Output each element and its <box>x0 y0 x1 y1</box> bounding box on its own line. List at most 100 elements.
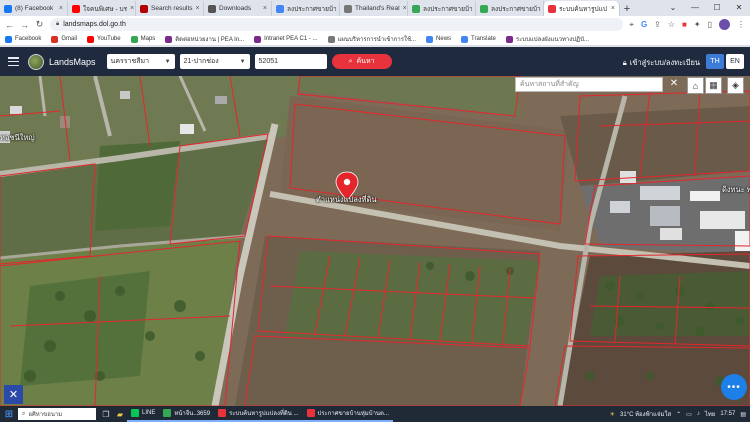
bookmark-item[interactable]: Intranet PEA C1 - ... <box>254 35 318 43</box>
extension-icon[interactable]: ■ <box>682 20 687 29</box>
chrome-icon <box>218 409 227 417</box>
hamburger-menu-icon[interactable] <box>8 57 19 66</box>
landsmaps-logo <box>28 53 44 70</box>
chevron-down-icon[interactable]: ⌄ <box>662 0 684 16</box>
layers-icon: ◈ <box>732 80 739 90</box>
input-language[interactable]: ไทย <box>705 409 716 419</box>
satellite-map[interactable]: ตำแหน่งแปลงที่ดิน หอชนีใหญ่ ดิงทนะ พ ค้น… <box>0 76 750 406</box>
browser-tab[interactable]: ลงประกาศขายบ้า× <box>408 1 476 16</box>
file-explorer-icon[interactable]: ▰ <box>113 407 127 421</box>
tab-favicon <box>276 4 284 13</box>
close-icon[interactable]: × <box>611 5 615 12</box>
close-icon[interactable]: × <box>59 5 63 12</box>
maps-icon <box>130 35 138 43</box>
close-icon[interactable]: × <box>196 5 200 12</box>
bookmark-item[interactable]: Maps <box>130 35 155 43</box>
browser-tab[interactable]: ลงประกาศขายบ้า× <box>476 1 544 16</box>
taskbar-app[interactable]: หน้าจีน..3659 <box>159 406 215 422</box>
browser-tab[interactable]: Thailand's Real × <box>340 1 408 16</box>
tab-favicon <box>72 4 80 13</box>
parcel-number-input[interactable]: 52051 <box>254 54 327 69</box>
sidepanel-icon[interactable]: ▯ <box>708 20 712 29</box>
puzzle-icon[interactable]: ✦ <box>694 20 701 29</box>
share-icon[interactable]: ⇪ <box>654 20 661 29</box>
login-link[interactable]: 🔒︎ เข้าสู่ระบบ/ลงทะเบียน <box>623 57 700 69</box>
forward-icon[interactable]: → <box>20 20 29 30</box>
bookmark-item[interactable]: Gmail <box>51 35 77 43</box>
tab-favicon <box>344 4 352 13</box>
home-button[interactable]: ⌂ <box>687 77 704 94</box>
close-icon[interactable]: × <box>130 5 134 12</box>
bookmark-item[interactable]: Facebook <box>5 35 41 43</box>
url-input[interactable]: 🔒︎ landsmaps.dol.go.th <box>50 18 624 31</box>
youtube-icon <box>87 35 95 43</box>
app-header: LandsMaps นครราชสีมา ▼ 21-ปากช่อง ▼ 52051 … <box>0 47 750 76</box>
maximize-icon[interactable]: ☐ <box>706 0 728 16</box>
lock-icon: 🔒︎ <box>56 21 60 27</box>
browser-tab-active[interactable]: ระบบค้นหารูปแป × <box>544 1 620 16</box>
bookmark-item[interactable]: Translate <box>461 35 496 43</box>
landmark-search-input[interactable]: ค้นหาสถานที่สำคัญ <box>515 77 663 92</box>
district-select[interactable]: 21-ปากช่อง ▼ <box>179 54 250 69</box>
browser-tab[interactable]: ใจคนพิเศษ - บร × <box>68 1 136 16</box>
minimize-icon[interactable]: — <box>684 0 706 16</box>
grid-button[interactable]: ▦ <box>705 77 722 94</box>
layers-button[interactable]: ◈ <box>727 77 744 94</box>
weather-text[interactable]: 31°C ท้องฟ้าแจ่มใส <box>620 409 671 419</box>
bookmark-item[interactable]: ติดต่อหน่วยงาน | PEA In... <box>165 34 244 44</box>
bookmark-item[interactable]: News <box>426 35 451 43</box>
close-icon[interactable]: ✕ <box>668 78 680 89</box>
task-view-icon[interactable]: ❐ <box>99 407 113 421</box>
pin-icon <box>548 4 556 13</box>
taskbar-app[interactable]: ประกาศขายบ้านหุ่มบ้านต... <box>302 406 393 422</box>
windows-start-icon[interactable]: ⊞ <box>0 406 18 422</box>
menu-dots-icon[interactable]: ⋮ <box>737 20 745 29</box>
chevron-down-icon: ▼ <box>164 58 171 65</box>
more-options-button[interactable]: ••• <box>721 374 747 400</box>
tools-button[interactable]: ✕ <box>4 385 23 404</box>
reload-icon[interactable]: ↻ <box>35 19 44 30</box>
place-label: ดิงทนะ พ <box>722 185 750 194</box>
avatar[interactable] <box>719 19 730 30</box>
taskbar-search-input[interactable]: ⌕ อศิหาขอนาม <box>18 408 96 420</box>
notification-icon[interactable]: ▤ <box>740 411 746 418</box>
bookmark-item[interactable]: แผนบริหารการนำเข้าการใช้... <box>327 34 416 44</box>
network-icon[interactable]: ▭ <box>686 411 692 418</box>
address-bar: ← → ↻ 🔒︎ landsmaps.dol.go.th ⌖ G ⇪ ☆ ■ ✦… <box>0 16 750 33</box>
close-window-icon[interactable]: ✕ <box>728 0 750 16</box>
search-button[interactable]: ⌕ ค้นหา <box>331 54 392 69</box>
place-label: หอชนีใหญ่ <box>0 133 35 142</box>
close-icon[interactable]: × <box>403 5 407 12</box>
star-icon[interactable]: ☆ <box>668 20 675 29</box>
new-tab-button[interactable]: + <box>620 2 634 16</box>
province-select[interactable]: นครราชสีมา ▼ <box>106 54 175 69</box>
tab-label: Thailand's Real <box>355 5 400 12</box>
system-tray: ☀ 31°C ท้องฟ้าแจ่มใส ⌃ ▭ ♪ ไทย 17:57 ▤ <box>610 409 750 419</box>
taskbar-app[interactable]: LINE <box>127 406 160 422</box>
google-icon[interactable]: G <box>641 20 647 29</box>
lang-en-button[interactable]: EN <box>726 54 744 69</box>
pea-icon <box>505 35 513 43</box>
bookmark-item[interactable]: YouTube <box>87 35 121 43</box>
tab-favicon <box>140 4 148 13</box>
browser-tab[interactable]: ลงประกาศขายบ้า× <box>272 1 340 16</box>
clock[interactable]: 17:57 <box>720 411 735 417</box>
close-icon[interactable]: × <box>263 5 267 12</box>
map-imagery <box>0 76 750 406</box>
browser-tab[interactable]: (8) Facebook × <box>0 1 68 16</box>
tab-label: ลงประกาศขายบ้า <box>423 5 473 13</box>
bookmark-item[interactable]: ระบบแปลงผังแนวทางปฏิบั... <box>505 34 589 44</box>
tab-label: Downloads <box>219 5 252 12</box>
lang-th-button[interactable]: TH <box>706 54 724 69</box>
chevron-up-icon[interactable]: ⌃ <box>676 411 681 418</box>
pea-icon <box>254 35 262 43</box>
tab-label: ลงประกาศขายบ้า <box>287 5 337 13</box>
browser-tab[interactable]: Search results × <box>136 1 204 16</box>
location-icon[interactable]: ⌖ <box>629 20 634 30</box>
taskbar-app[interactable]: ระบบค้นหารูปแปลงที่ดิน ... <box>214 406 303 422</box>
weather-icon: ☀ <box>609 411 615 418</box>
translate-icon <box>461 35 469 43</box>
back-icon[interactable]: ← <box>5 20 14 30</box>
browser-tab[interactable]: Downloads × <box>204 1 272 16</box>
volume-icon[interactable]: ♪ <box>697 411 700 417</box>
